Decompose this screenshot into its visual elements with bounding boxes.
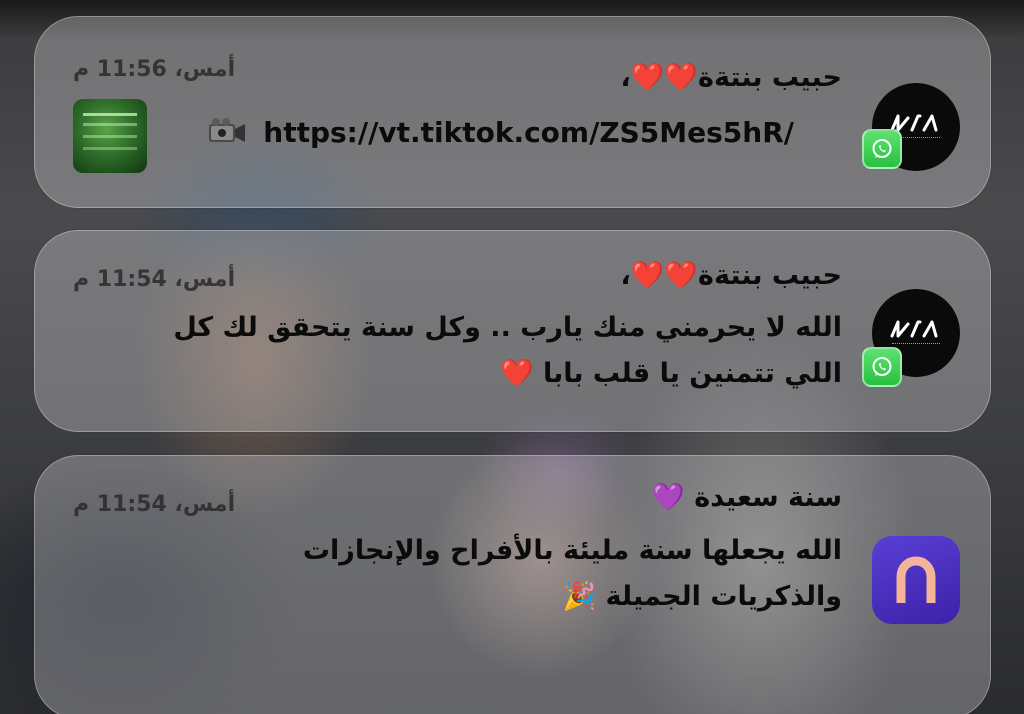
notification-body: الله لا يحرمني منك يارب .. وكل سنة يتحقق…: [173, 305, 842, 397]
body-line-2: والذكريات الجميلة 🎉: [562, 581, 842, 612]
n-app-icon: [872, 536, 960, 624]
notification-card-2[interactable]: حبيب بنتةة❤️❤️، أمس، 11:54 م الله لا يحر…: [34, 230, 991, 432]
video-camera-icon: [209, 118, 246, 142]
tiktok-link[interactable]: https://vt.tiktok.com/ZS5Mes5hR/: [263, 116, 794, 149]
notification-title: سنة سعيدة 💜: [651, 482, 842, 513]
notification-time: أمس، 11:56 م: [73, 57, 236, 82]
notification-title: حبيب بنتةة❤️❤️،: [620, 62, 842, 93]
video-thumbnail[interactable]: [73, 99, 147, 173]
whatsapp-icon: [862, 347, 902, 387]
notification-time: أمس، 11:54 م: [73, 492, 236, 517]
body-line-2: اللي تتمنين يا قلب بابا ❤️: [499, 358, 842, 389]
notification-card-3[interactable]: سنة سعيدة 💜 أمس، 11:54 م الله يجعلها سنة…: [34, 455, 991, 714]
notification-card-1[interactable]: حبيب بنتةة❤️❤️، أمس، 11:56 م https://vt.…: [34, 16, 991, 208]
notification-body: الله يجعلها سنة مليئة بالأفراح والإنجازا…: [303, 528, 842, 620]
body-line-1: الله لا يحرمني منك يارب .. وكل سنة يتحقق…: [173, 312, 842, 343]
kia-mark-icon: [890, 320, 938, 338]
kia-tagline: [892, 343, 940, 348]
message-link-row[interactable]: https://vt.tiktok.com/ZS5Mes5hR/: [205, 115, 794, 149]
body-line-1: الله يجعلها سنة مليئة بالأفراح والإنجازا…: [302, 535, 842, 566]
whatsapp-icon: [862, 129, 902, 169]
notification-title: حبيب بنتةة❤️❤️،: [620, 260, 842, 291]
notification-time: أمس، 11:54 م: [73, 267, 236, 292]
